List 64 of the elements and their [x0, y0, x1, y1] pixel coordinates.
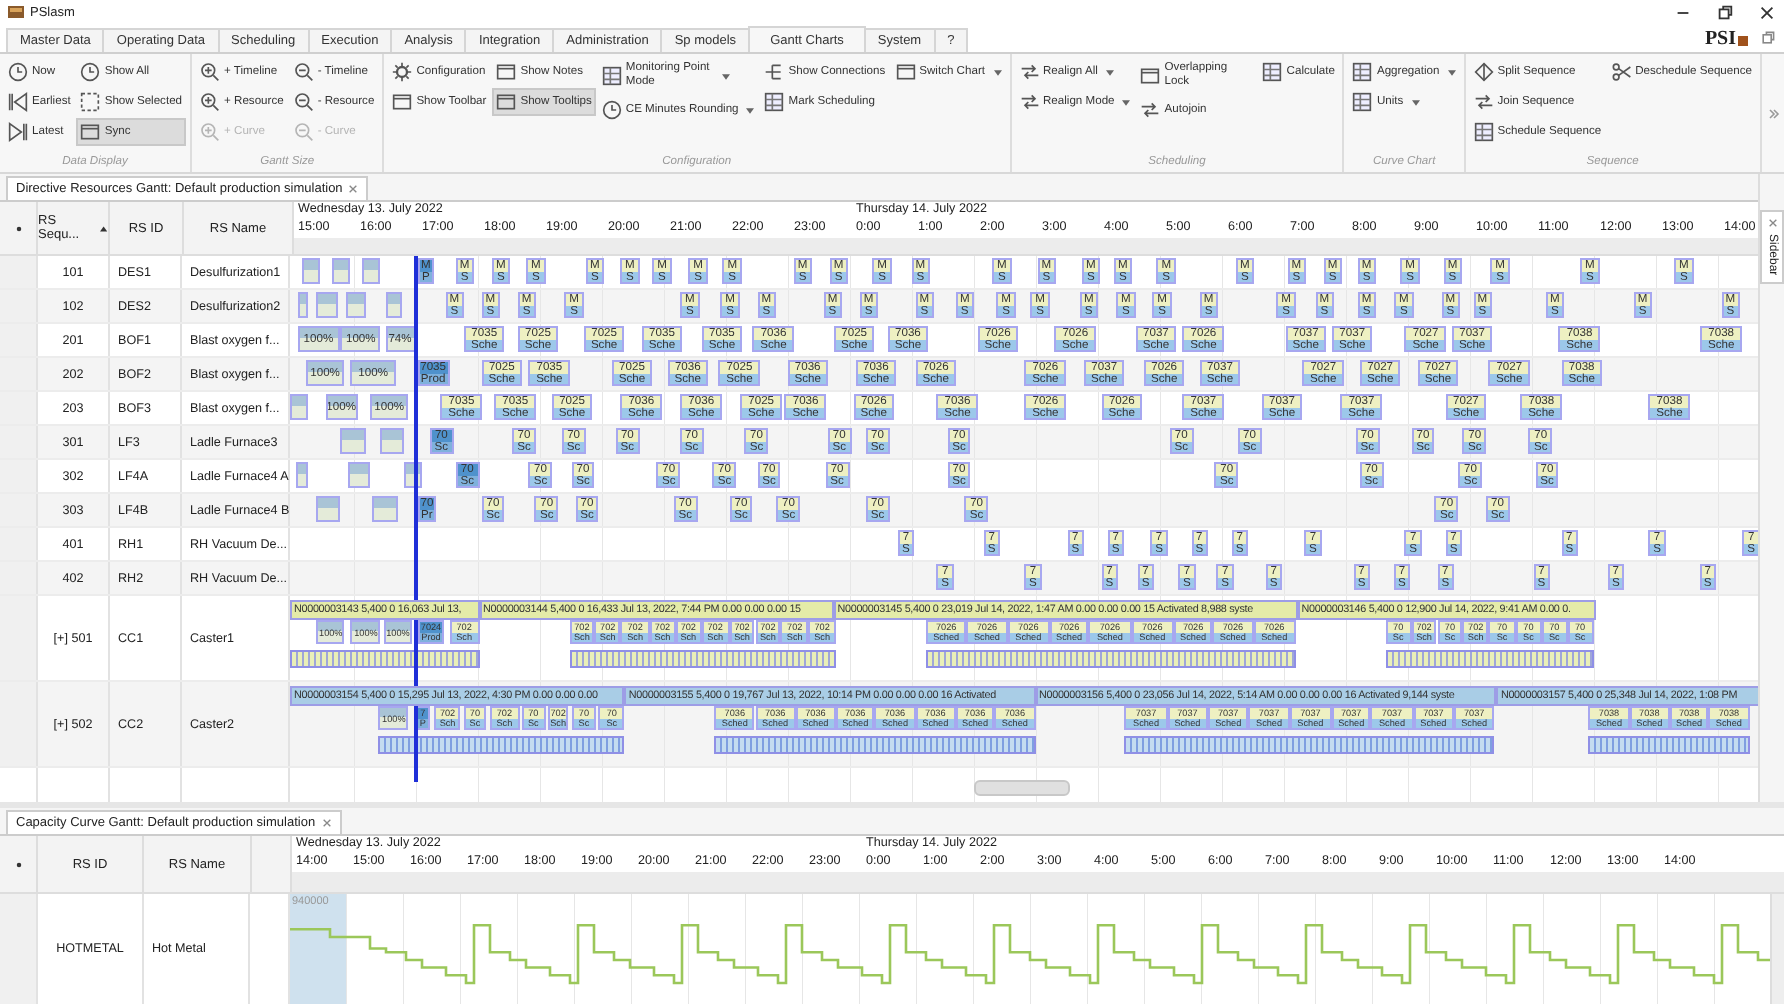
zoom-out-icon [293, 62, 314, 82]
zoom-in-icon [200, 122, 221, 142]
grid-icon [1352, 62, 1373, 82]
window-icon [392, 92, 413, 112]
row-header[interactable] [0, 528, 38, 560]
caret-icon [993, 69, 1001, 75]
window-icon [895, 62, 916, 82]
skip-end-icon [8, 122, 28, 142]
restore-icon[interactable] [1716, 3, 1734, 21]
scrollbar-thumb[interactable] [974, 780, 1070, 796]
clock-icon [80, 62, 101, 82]
grid-icon [1473, 122, 1494, 142]
arrows-icon [1019, 62, 1039, 82]
caret-icon [1122, 99, 1131, 105]
grid-icon [1262, 62, 1283, 82]
row-header[interactable] [0, 460, 38, 492]
row-header[interactable] [0, 256, 38, 288]
arrows-icon [1019, 92, 1039, 112]
app-icon [8, 4, 24, 20]
sort-icon [100, 225, 108, 231]
zoom-out-icon [293, 122, 314, 142]
caret-icon [721, 73, 730, 79]
row-header[interactable] [0, 894, 38, 1004]
caret-icon [1105, 69, 1114, 75]
caret-icon [1411, 99, 1420, 105]
row-header[interactable] [0, 682, 38, 766]
clock-icon [8, 62, 28, 82]
row-header[interactable] [0, 596, 38, 680]
skip-start-icon [8, 92, 28, 112]
window-icon [80, 122, 101, 142]
chevron-icon[interactable] [1768, 107, 1780, 119]
past-period-shade [290, 894, 346, 1004]
pin-icon [15, 861, 21, 867]
row-header[interactable] [0, 494, 38, 526]
grid-icon [764, 92, 785, 112]
row-header[interactable] [0, 426, 38, 458]
selection-frame-icon [80, 92, 101, 112]
zoom-out-icon [293, 92, 314, 112]
row-header[interactable] [0, 358, 38, 390]
clock-icon [601, 100, 622, 120]
window-icon [1140, 66, 1161, 86]
gear-icon [392, 62, 413, 82]
window-icon [496, 92, 517, 112]
grid-icon [1352, 92, 1373, 112]
grid-icon [601, 66, 622, 86]
row-header[interactable] [0, 324, 38, 356]
logo: PSI [1704, 27, 1736, 49]
logo-mark-icon [1738, 36, 1748, 46]
pin-icon [15, 225, 21, 231]
row-header[interactable] [0, 392, 38, 424]
diamond-icon [1473, 62, 1494, 82]
arrows-icon [1140, 100, 1161, 120]
caret-icon [1447, 69, 1456, 75]
zoom-in-icon [200, 62, 221, 82]
scissors-icon [1611, 62, 1632, 82]
window-icon [496, 62, 517, 82]
row-header[interactable] [0, 290, 38, 322]
arrows-icon [1473, 92, 1494, 112]
zoom-in-icon [200, 92, 221, 112]
scrollbar[interactable] [1770, 894, 1784, 1004]
connector-icon [764, 62, 785, 82]
row-header[interactable] [0, 562, 38, 594]
close-icon[interactable] [1758, 3, 1776, 21]
caret-icon [746, 107, 755, 113]
